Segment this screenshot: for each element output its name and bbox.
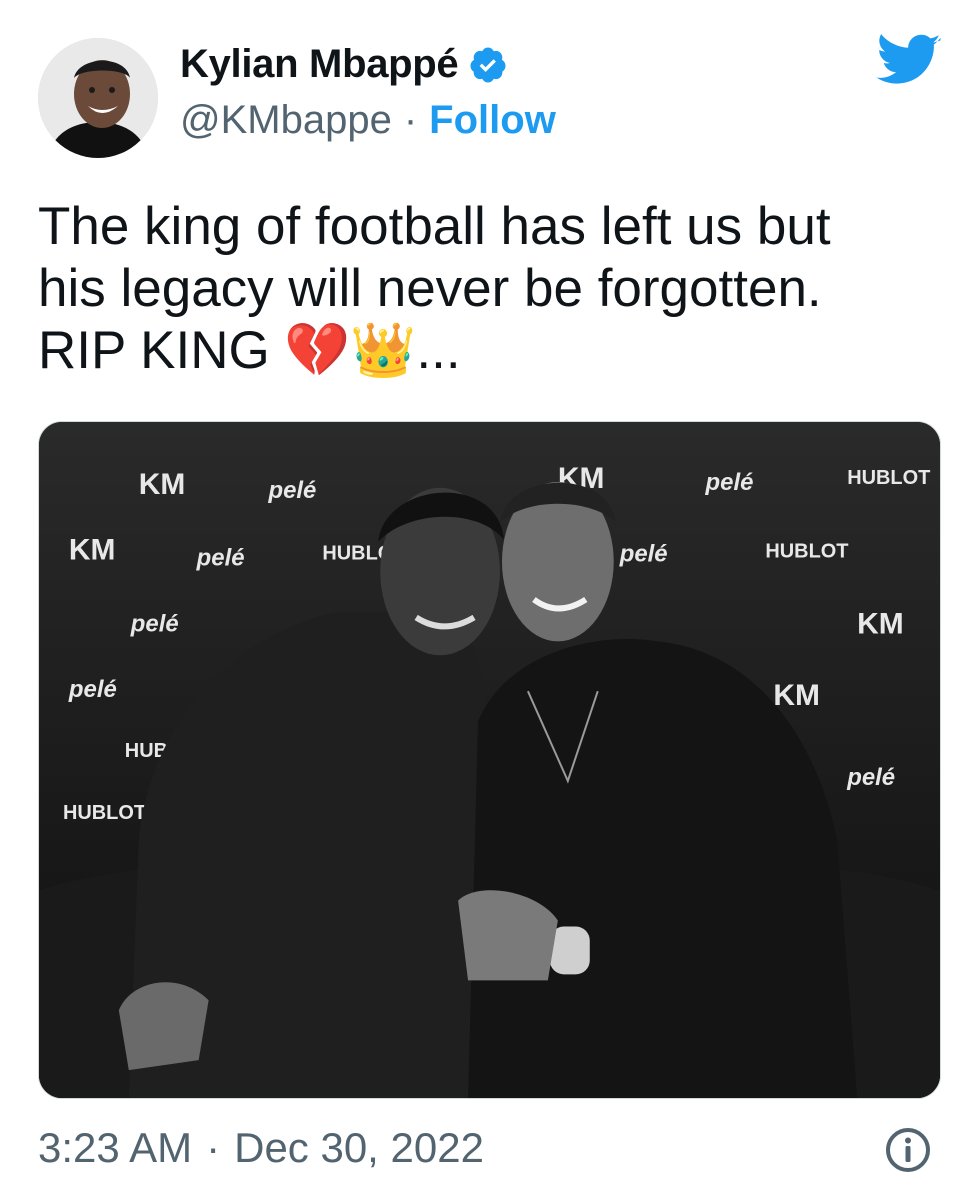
author-handle-row: @KMbappe · Follow [180, 98, 556, 143]
svg-text:KM: KM [773, 679, 820, 712]
photo-image: KM pelé KM pelé HUBLOT KM pelé HUBLOT pe… [39, 422, 940, 1098]
svg-text:pelé: pelé [619, 541, 668, 568]
svg-text:pelé: pelé [705, 469, 754, 496]
author-avatar[interactable] [38, 38, 158, 158]
follow-button[interactable]: Follow [429, 98, 556, 143]
tweet-line-2: his legacy will never be forgotten. [38, 259, 822, 318]
tweet-timestamp[interactable]: 3:23 AM · Dec 30, 2022 [38, 1124, 484, 1172]
author-display-name[interactable]: Kylian Mbappé [180, 42, 459, 87]
svg-text:HUBLOT: HUBLOT [847, 467, 930, 489]
svg-text:KM: KM [139, 468, 186, 501]
svg-text:HUBLOT: HUBLOT [63, 802, 146, 824]
tweet-date: Dec 30, 2022 [234, 1124, 484, 1171]
svg-text:pelé: pelé [267, 477, 316, 504]
tweet-line-3-text: RIP KING [38, 321, 285, 380]
tweet-photo[interactable]: KM pelé KM pelé HUBLOT KM pelé HUBLOT pe… [38, 421, 941, 1099]
broken-heart-emoji: 💔 [284, 320, 351, 381]
svg-text:KM: KM [69, 534, 116, 567]
svg-text:pelé: pelé [846, 764, 895, 791]
crown-emoji: 👑 [350, 320, 417, 381]
svg-text:pelé: pelé [68, 676, 117, 703]
timestamp-separator: · [206, 1124, 221, 1171]
info-icon[interactable] [884, 1126, 932, 1174]
svg-text:pelé: pelé [130, 610, 179, 637]
tweet-text: The king of football has left us but his… [38, 196, 938, 382]
svg-text:KM: KM [857, 607, 904, 640]
author-name-row[interactable]: Kylian Mbappé [180, 42, 508, 87]
svg-text:HUBLOT: HUBLOT [765, 541, 848, 563]
tweet-time: 3:23 AM [38, 1124, 193, 1171]
author-handle[interactable]: @KMbappe [180, 98, 392, 143]
twitter-bird-icon[interactable] [876, 34, 942, 88]
tweet-line-1: The king of football has left us but [38, 197, 831, 256]
avatar-photo [38, 38, 158, 158]
verified-badge-icon [468, 45, 508, 85]
svg-text:pelé: pelé [196, 545, 245, 572]
tweet-ellipsis[interactable]: ... [416, 321, 460, 380]
tweet-line-3: RIP KING 💔👑... [38, 320, 938, 382]
handle-separator: · [403, 98, 418, 142]
